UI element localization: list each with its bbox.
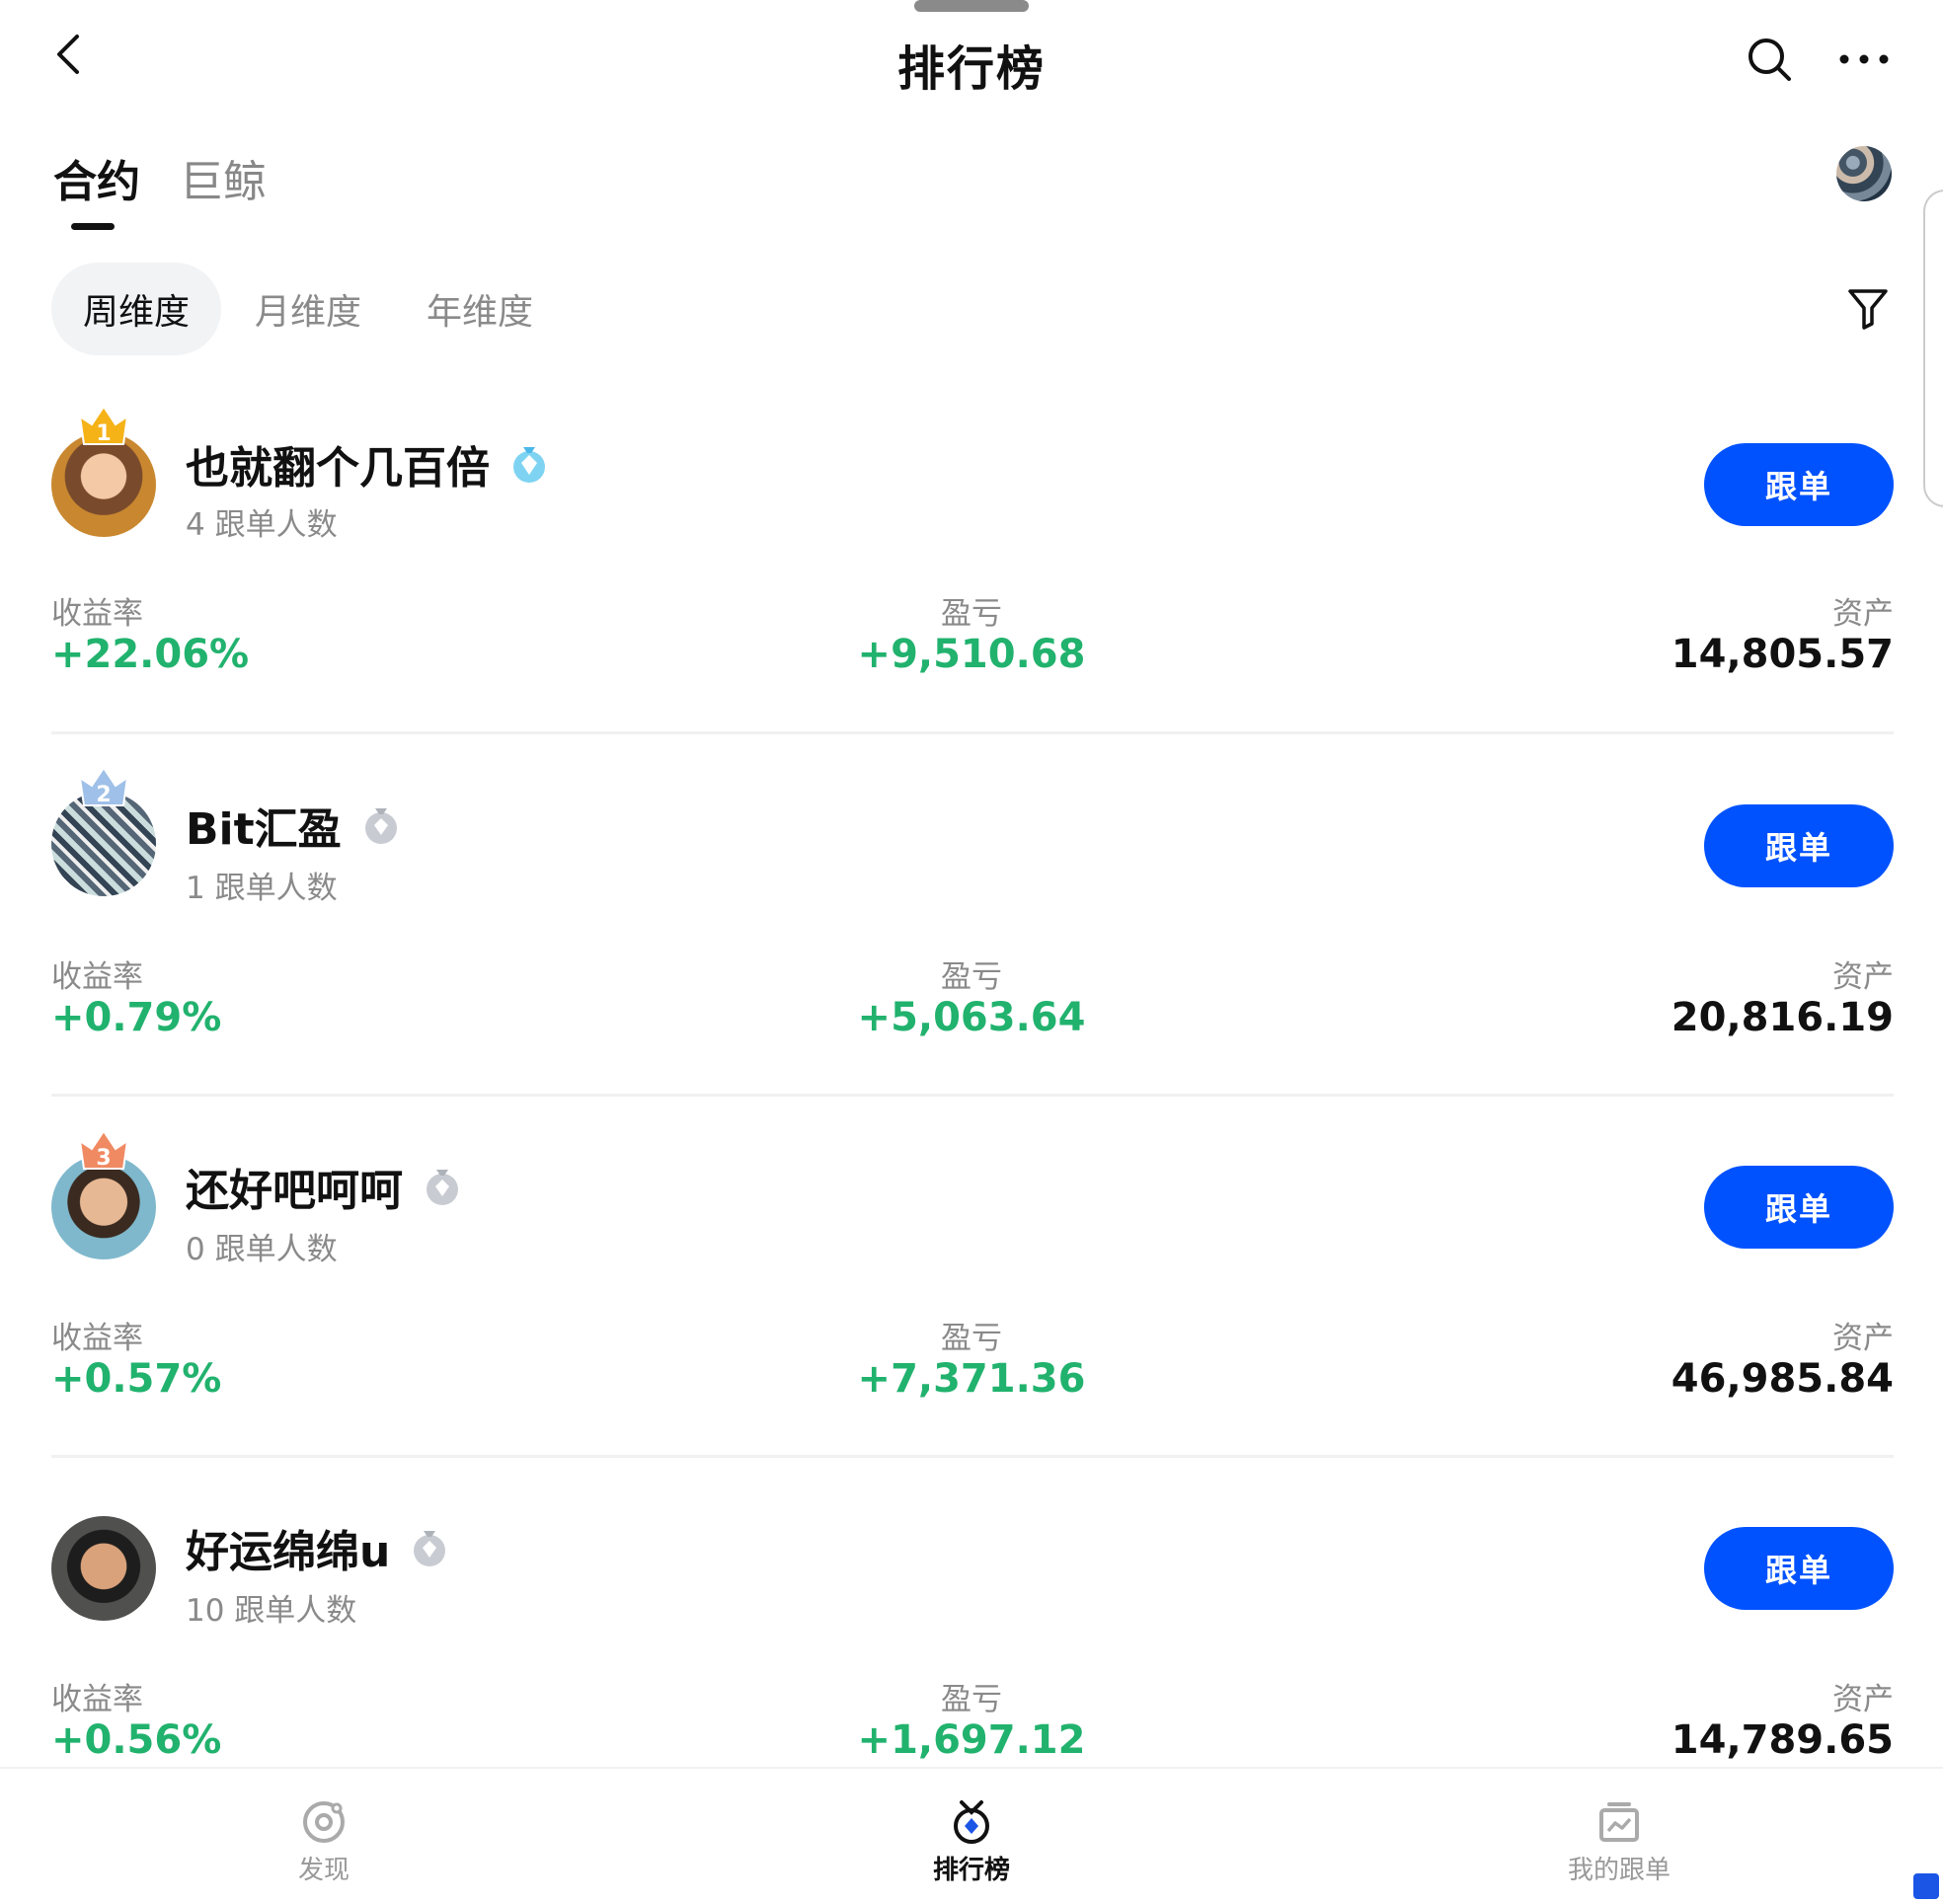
yield-label: 收益率 xyxy=(51,959,143,995)
discover-icon xyxy=(303,1801,345,1843)
trader-name: 还好吧呵呵 xyxy=(186,1166,403,1216)
tab-whale[interactable]: 巨鲸 xyxy=(180,146,267,209)
silver-badge-icon xyxy=(364,808,397,844)
divider xyxy=(51,1094,1894,1097)
search-icon xyxy=(1749,38,1791,81)
pnl-value: +5,063.64 xyxy=(857,995,1086,1040)
follow-button[interactable]: 跟单 xyxy=(1704,1166,1894,1249)
yield-value: +0.57% xyxy=(51,1356,222,1402)
pnl-value: +7,371.36 xyxy=(857,1356,1086,1402)
pnl-label: 盈亏 xyxy=(941,596,1002,632)
tab-contract[interactable]: 合约 xyxy=(53,146,140,209)
period-weekly[interactable]: 周维度 xyxy=(51,263,221,355)
nav-discover[interactable]: 发现 xyxy=(225,1798,423,1886)
filter-icon xyxy=(1848,289,1888,330)
yield-label: 收益率 xyxy=(51,1321,143,1356)
yield-value: +0.79% xyxy=(51,995,222,1040)
bottom-tab-bar: 发现 排行榜 我的跟单 xyxy=(0,1767,1943,1904)
side-drawer-handle[interactable] xyxy=(1923,190,1943,507)
svg-text:2: 2 xyxy=(96,783,111,807)
trader-followers: 1 跟单人数 xyxy=(186,871,338,906)
assets-value: 14,805.57 xyxy=(1671,632,1894,677)
pnl-value: +1,697.12 xyxy=(857,1717,1086,1763)
tab-indicator xyxy=(71,223,115,230)
diamond-badge-icon xyxy=(513,447,545,483)
trader-name: 也就翻个几百倍 xyxy=(186,443,490,494)
assets-label: 资产 xyxy=(1832,1321,1894,1356)
svg-text:1: 1 xyxy=(96,421,111,446)
pnl-label: 盈亏 xyxy=(941,959,1002,995)
nav-label: 排行榜 xyxy=(932,1856,1010,1885)
nav-ranking[interactable]: 排行榜 xyxy=(873,1798,1070,1886)
filter-button[interactable] xyxy=(1842,282,1894,334)
assets-value: 14,789.65 xyxy=(1671,1717,1894,1763)
floating-indicator-icon[interactable] xyxy=(1913,1873,1939,1899)
rank-crown-silver-icon: 2 xyxy=(78,766,129,807)
assets-label: 资产 xyxy=(1832,596,1894,632)
follow-button[interactable]: 跟单 xyxy=(1704,804,1894,887)
follow-button[interactable]: 跟单 xyxy=(1704,1527,1894,1610)
trader-avatar[interactable] xyxy=(51,1516,156,1621)
pnl-label: 盈亏 xyxy=(941,1682,1002,1717)
assets-value: 20,816.19 xyxy=(1671,995,1894,1040)
assets-label: 资产 xyxy=(1832,1682,1894,1717)
svg-text:3: 3 xyxy=(96,1146,111,1171)
assets-label: 资产 xyxy=(1832,959,1894,995)
sheet-grabber[interactable] xyxy=(914,0,1029,12)
nav-label: 我的跟单 xyxy=(1567,1856,1671,1885)
divider xyxy=(51,1455,1894,1458)
yield-value: +0.56% xyxy=(51,1717,222,1763)
ranking-icon xyxy=(954,1800,989,1844)
silver-badge-icon xyxy=(427,1170,458,1205)
silver-badge-icon xyxy=(414,1531,446,1566)
assets-value: 46,985.84 xyxy=(1671,1356,1894,1402)
yield-value: +22.06% xyxy=(51,632,250,677)
nav-label: 发现 xyxy=(297,1856,350,1885)
trader-followers: 0 跟单人数 xyxy=(186,1232,338,1267)
search-button[interactable] xyxy=(1740,30,1799,89)
trader-followers: 10 跟单人数 xyxy=(186,1593,357,1629)
period-yearly[interactable]: 年维度 xyxy=(425,263,535,355)
nav-my-copy[interactable]: 我的跟单 xyxy=(1520,1798,1718,1886)
yield-label: 收益率 xyxy=(51,1682,143,1717)
user-avatar[interactable] xyxy=(1836,146,1892,201)
more-dots-icon xyxy=(1839,54,1889,64)
page-title: 排行榜 xyxy=(896,41,1046,97)
trader-followers: 4 跟单人数 xyxy=(186,507,338,543)
trader-name: Bit汇盈 xyxy=(186,804,342,855)
rank-crown-bronze-icon: 3 xyxy=(78,1129,129,1171)
rank-crown-gold-icon: 1 xyxy=(78,405,129,446)
trader-name: 好运绵绵u xyxy=(186,1527,391,1577)
more-button[interactable] xyxy=(1834,39,1894,79)
divider xyxy=(51,731,1894,734)
pnl-value: +9,510.68 xyxy=(857,632,1086,677)
pnl-label: 盈亏 xyxy=(941,1321,1002,1356)
my-copy-icon xyxy=(1599,1802,1639,1842)
period-monthly[interactable]: 月维度 xyxy=(253,263,363,355)
follow-button[interactable]: 跟单 xyxy=(1704,443,1894,526)
yield-label: 收益率 xyxy=(51,596,143,632)
